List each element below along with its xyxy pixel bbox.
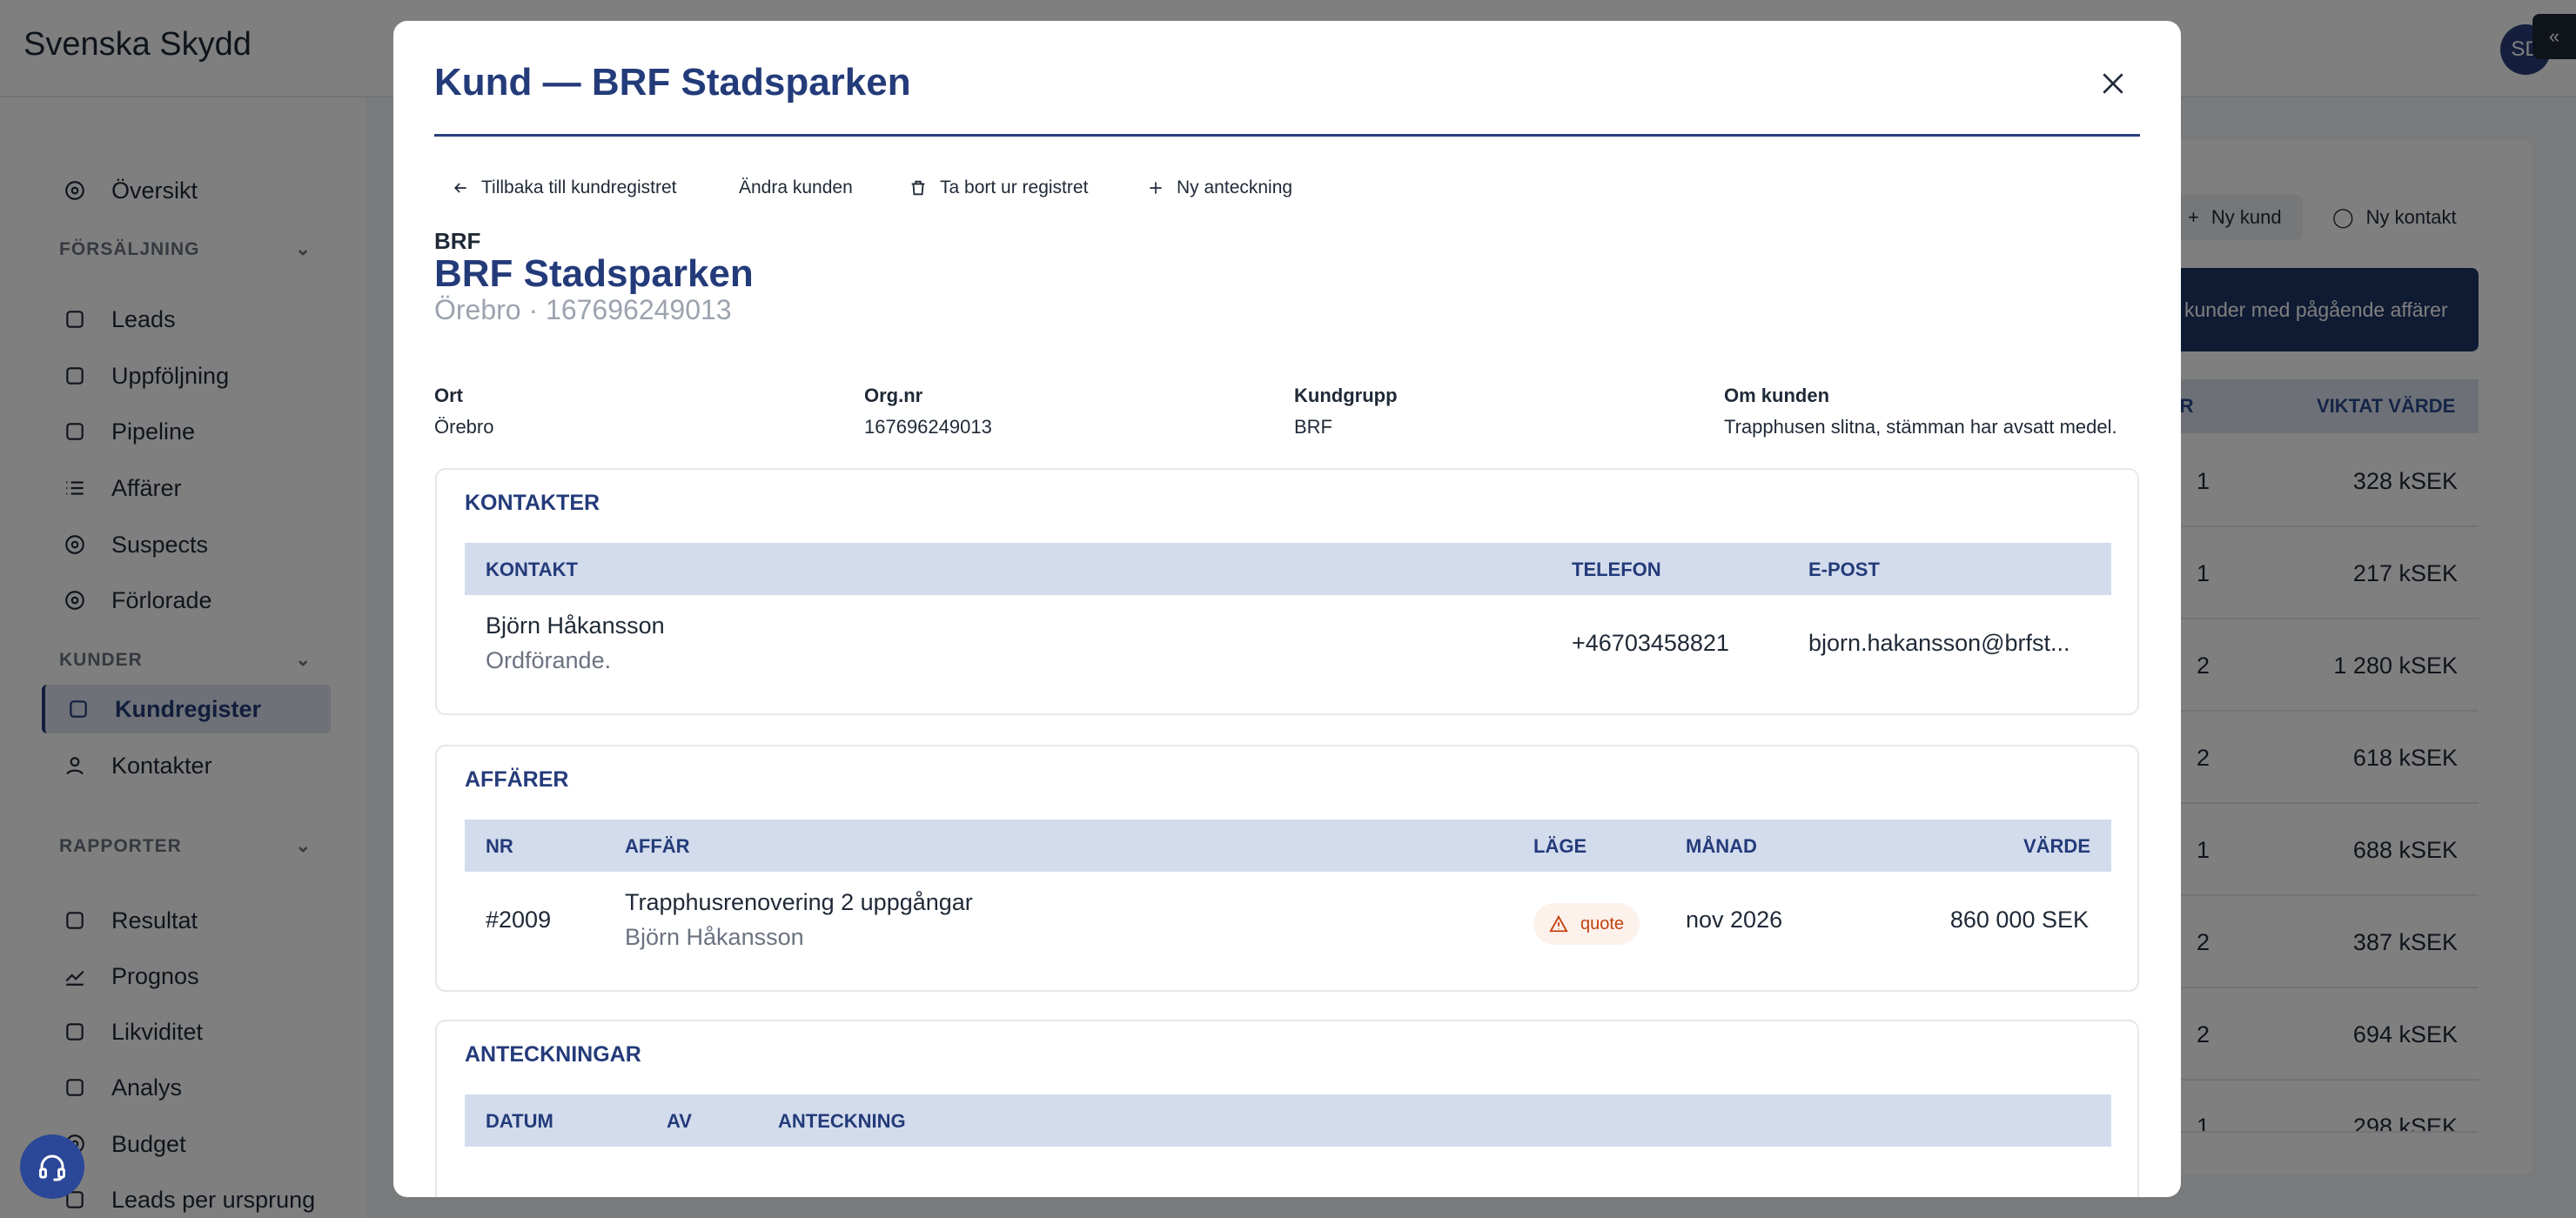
warning-icon [1549,914,1568,933]
col-nr: NR [486,835,513,857]
info-label-orgnr: Org.nr [864,385,923,406]
deals-table-header: NR AFFÄR LÄGE MÅNAD VÄRDE [465,820,2111,872]
edit-label: Ändra kunden [739,177,853,197]
contacts-table-header: KONTAKT TELEFON E-POST [465,543,2111,595]
delete-customer-button[interactable]: Ta bort ur registret [909,169,1088,207]
deal-nr[interactable]: #2009 [486,907,551,934]
col-email: E-POST [1808,559,1880,580]
deal-month: nov 2026 [1686,907,1783,933]
col-date: DATUM [486,1110,553,1132]
contact-email[interactable]: bjorn.hakansson@brfst... [1808,630,2070,657]
trash-icon [911,180,925,196]
customer-type: BRF [434,228,481,254]
customer-modal: Kund — BRF Stadsparken Tillbaka till kun… [393,21,2181,1197]
plus-icon [1150,182,1162,194]
notes-title: ANTECKNINGAR [465,1042,641,1067]
col-note: ANTECKNING [778,1110,906,1132]
col-deal: AFFÄR [625,835,690,857]
contacts-section: KONTAKTER KONTAKT TELEFON E-POST Björn H… [435,468,2139,715]
info-label-about: Om kunden [1724,385,1830,406]
title-divider [434,134,2140,137]
col-contact: KONTAKT [486,559,578,580]
contact-name[interactable]: Björn Håkansson [486,612,665,639]
col-value: VÄRDE [2023,835,2090,857]
deals-section: AFFÄRER NR AFFÄR LÄGE MÅNAD VÄRDE #2009 … [435,745,2139,992]
stage-badge: quote [1533,903,1640,945]
close-icon [2103,73,2123,94]
modal-title: Kund — BRF Stadsparken [434,61,911,104]
col-by: AV [667,1110,692,1132]
back-to-register-button[interactable]: Tillbaka till kundregistret [452,169,676,207]
deal-value: 860 000 SEK [1949,907,2089,933]
info-value-about: Trapphusen slitna, stämman har avsatt me… [1724,416,2117,438]
back-label: Tillbaka till kundregistret [481,177,677,197]
deals-title: AFFÄRER [465,767,569,792]
support-button[interactable] [20,1134,84,1199]
info-label-city: Ort [434,385,463,406]
deal-name[interactable]: Trapphusrenovering 2 uppgångar [625,889,973,916]
arrow-left-icon [453,183,466,193]
close-button[interactable] [2092,63,2134,104]
stage-label: quote [1580,914,1625,934]
info-value-group: BRF [1294,416,1332,438]
headset-icon [39,1154,65,1181]
info-value-orgnr: 167696249013 [864,416,992,438]
edit-customer-button[interactable]: Ändra kunden [739,169,853,207]
contact-phone[interactable]: +46703458821 [1572,630,1729,657]
col-stage: LÄGE [1533,835,1587,857]
new-note-label: Ny anteckning [1177,177,1293,197]
notes-section: ANTECKNINGAR DATUM AV ANTECKNING [435,1020,2139,1197]
delete-label: Ta bort ur registret [940,177,1089,197]
col-phone: TELEFON [1572,559,1661,580]
info-value-city: Örebro [434,416,494,438]
notes-table-header: DATUM AV ANTECKNING [465,1094,2111,1147]
info-label-group: Kundgrupp [1294,385,1398,406]
customer-name: BRF Stadsparken [434,252,754,295]
new-note-button[interactable]: Ny anteckning [1147,169,1292,207]
contacts-title: KONTAKTER [465,491,600,515]
col-month: MÅNAD [1686,835,1757,857]
contact-role: Ordförande. [486,647,612,673]
deal-contact: Björn Håkansson [625,924,804,950]
customer-subtitle: Örebro · 167696249013 [434,294,732,325]
